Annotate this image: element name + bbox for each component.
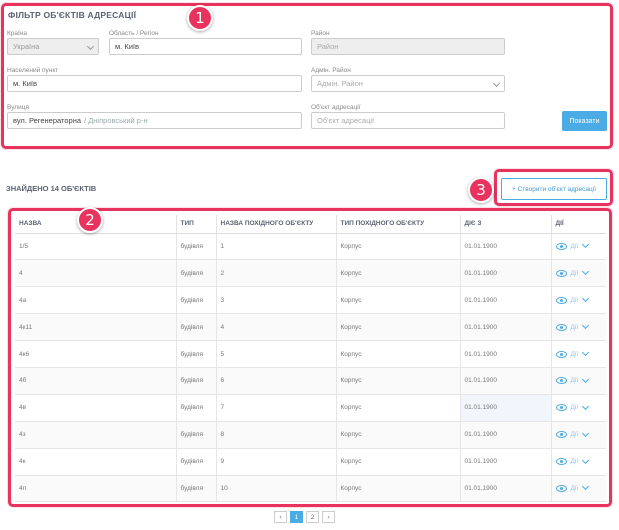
- annotation-badge-2: 2: [77, 207, 103, 233]
- highlight-filter-panel: [1, 3, 613, 149]
- pagination-page-2[interactable]: 2: [306, 511, 319, 523]
- pagination-next[interactable]: ›: [322, 511, 335, 523]
- annotation-badge-3: 3: [468, 177, 494, 203]
- annotation-badge-1: 1: [187, 5, 213, 31]
- highlight-results-table: [8, 208, 612, 507]
- pagination: ‹ 1 2 ›: [274, 511, 335, 523]
- highlight-create-button: [494, 169, 613, 206]
- pagination-prev[interactable]: ‹: [274, 511, 287, 523]
- pagination-page-1[interactable]: 1: [290, 511, 303, 523]
- results-count: ЗНАЙДЕНО 14 ОБ'ЄКТІВ: [6, 184, 97, 193]
